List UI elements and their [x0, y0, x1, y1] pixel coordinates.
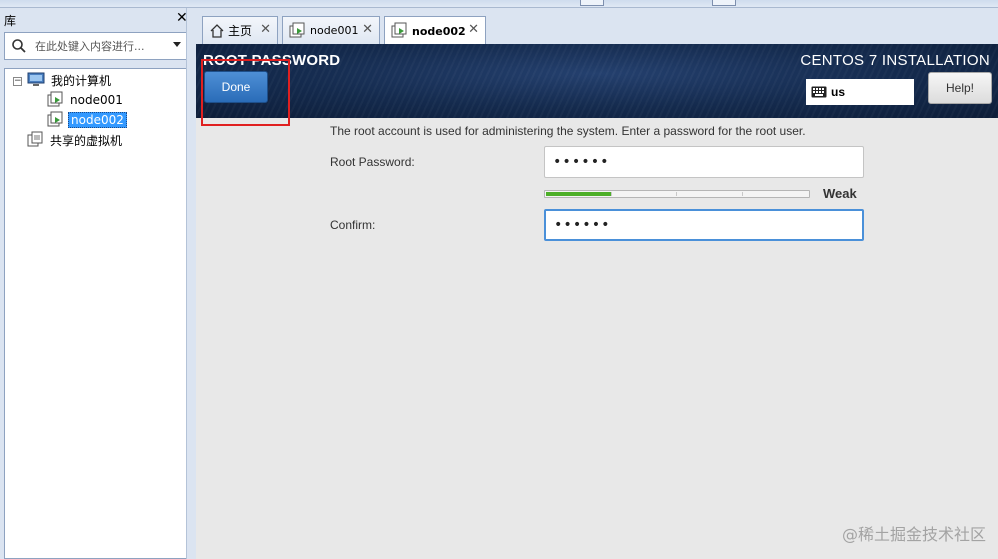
root-password-label: Root Password:: [330, 155, 415, 169]
tree-item-my-computer[interactable]: 我的计算机: [27, 71, 113, 89]
password-strength-label: Weak: [823, 186, 857, 201]
password-strength-fill: [546, 192, 612, 196]
home-icon: [210, 23, 224, 38]
installer-title: CENTOS 7 INSTALLATION: [800, 52, 990, 69]
page-title: ROOT PASSWORD: [203, 52, 341, 69]
toolbar-button[interactable]: [580, 0, 604, 6]
vm-icon: [289, 22, 305, 37]
vm-icon: [47, 111, 63, 127]
vm-icon: [391, 22, 407, 38]
chevron-down-icon[interactable]: [173, 42, 181, 47]
tab-label: node002: [412, 24, 466, 38]
keyboard-layout-label: us: [831, 85, 846, 99]
library-panel: 库 ✕ − 我的计算机 node001: [0, 8, 194, 559]
computer-icon: [27, 72, 45, 86]
close-icon[interactable]: ✕: [362, 22, 373, 37]
toolbar-button[interactable]: [712, 0, 736, 6]
close-icon[interactable]: ✕: [468, 22, 479, 37]
keyboard-icon: [811, 86, 827, 98]
toolbar-strip: [0, 0, 998, 8]
tab-label: 主页: [228, 24, 253, 38]
password-strength-bar: [544, 190, 810, 198]
library-search[interactable]: [4, 32, 188, 60]
tree-item-label: node001: [70, 93, 123, 107]
library-title: 库: [4, 14, 17, 28]
tree-item-label: node002: [68, 112, 127, 128]
confirm-password-field[interactable]: [544, 209, 864, 241]
tab-home[interactable]: 主页 ✕: [202, 16, 278, 44]
library-tree: − 我的计算机 node001 node002 共享的虚拟机: [4, 68, 188, 559]
collapse-toggle-icon[interactable]: −: [13, 77, 22, 86]
shared-vm-icon: [27, 131, 43, 147]
vm-icon: [47, 91, 63, 107]
tree-item-shared-vms[interactable]: 共享的虚拟机: [27, 131, 124, 149]
panel-divider[interactable]: [186, 8, 196, 559]
tree-item-label: 我的计算机: [51, 73, 112, 88]
tab-node001[interactable]: node001 ✕: [282, 16, 380, 44]
tree-item-node002[interactable]: node002: [47, 111, 127, 129]
installer-header: ROOT PASSWORD CENTOS 7 INSTALLATION Done…: [196, 44, 998, 126]
vm-console[interactable]: ROOT PASSWORD CENTOS 7 INSTALLATION Done…: [196, 44, 998, 559]
watermark: @稀土掘金技术社区: [841, 525, 986, 544]
tab-bar: 主页 ✕ node001 ✕ node002 ✕: [196, 8, 998, 45]
tab-node002[interactable]: node002 ✕: [384, 16, 486, 45]
tree-item-label: 共享的虚拟机: [50, 133, 123, 148]
root-password-field[interactable]: [544, 146, 864, 178]
close-icon[interactable]: ✕: [260, 22, 271, 37]
keyboard-layout-indicator[interactable]: us: [806, 79, 914, 105]
intro-text: The root account is used for administeri…: [330, 124, 806, 138]
confirm-label: Confirm:: [330, 218, 376, 232]
done-button[interactable]: Done: [204, 71, 268, 103]
search-icon: [12, 39, 26, 53]
tree-item-node001[interactable]: node001: [47, 91, 125, 109]
tab-label: node001: [310, 24, 359, 37]
search-input[interactable]: [35, 37, 169, 55]
help-button[interactable]: Help!: [928, 72, 992, 104]
